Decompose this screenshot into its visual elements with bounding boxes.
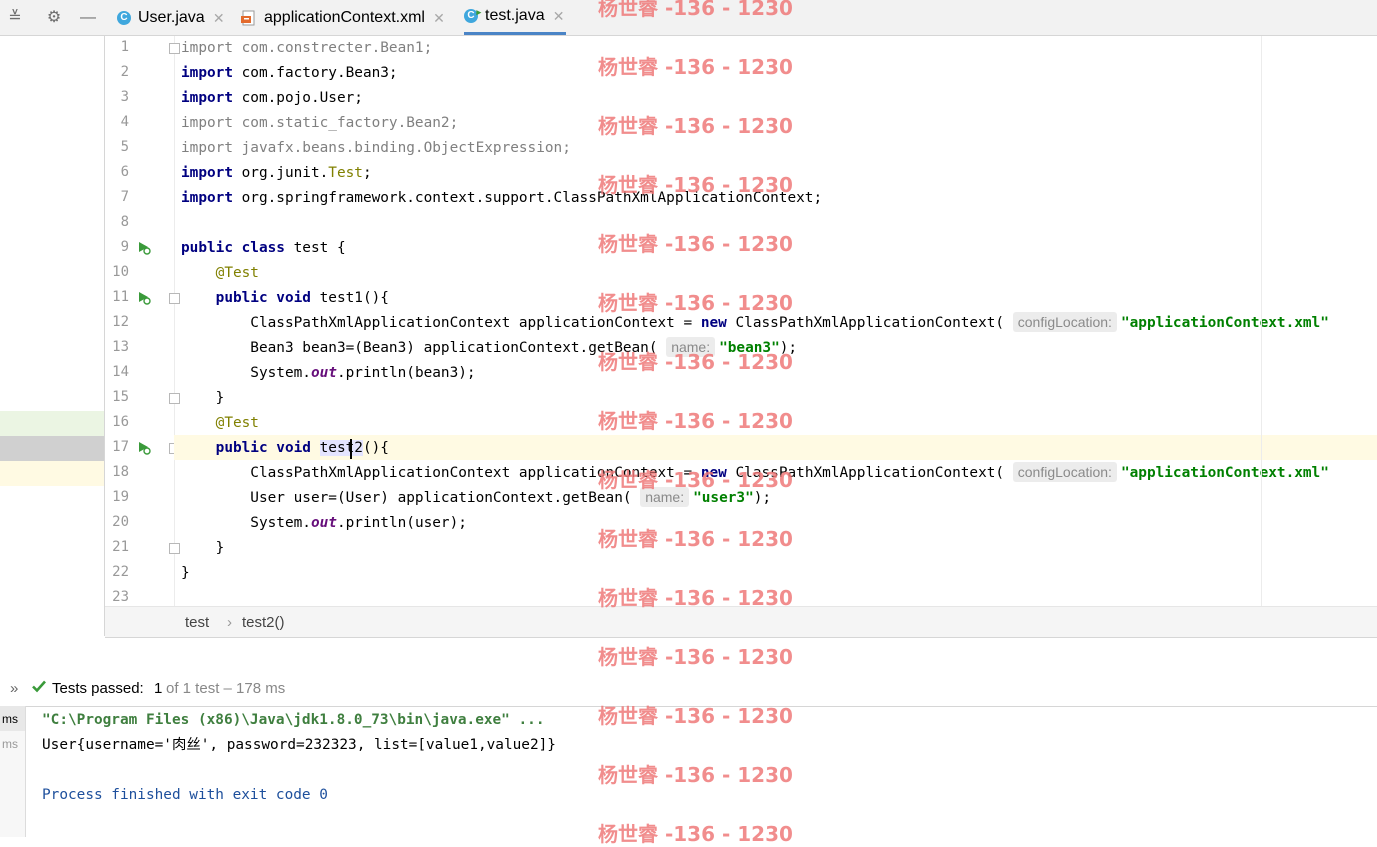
- gear-icon[interactable]: ⚙: [44, 8, 64, 28]
- line-number: 20: [112, 514, 129, 530]
- timing-label: ms: [2, 737, 18, 751]
- code-line[interactable]: Bean3 bean3=(Bean3) applicationContext.g…: [181, 336, 797, 361]
- selection-marker: [0, 436, 104, 461]
- close-icon[interactable]: ✕: [432, 11, 446, 25]
- right-margin-guide: [1261, 36, 1262, 606]
- line-number: 6: [120, 164, 129, 180]
- expand-icon[interactable]: »: [10, 680, 18, 697]
- line-number: 18: [112, 464, 129, 480]
- line-number: 3: [120, 89, 129, 105]
- code-line[interactable]: System.out.println(user);: [181, 511, 467, 536]
- code-line[interactable]: import org.junit.Test;: [181, 161, 372, 186]
- code-line[interactable]: }: [181, 386, 225, 411]
- code-editor[interactable]: import com.constrecter.Bean1; import com.…: [174, 36, 1377, 606]
- text-caret: [350, 439, 352, 459]
- code-line[interactable]: public class test {: [181, 236, 346, 261]
- check-icon: [31, 678, 47, 698]
- code-line[interactable]: }: [181, 561, 190, 586]
- current-line-marker: [0, 461, 104, 486]
- code-line[interactable]: }: [181, 536, 225, 561]
- code-line[interactable]: import com.pojo.User;: [181, 86, 363, 111]
- line-number: 12: [112, 314, 129, 330]
- breadcrumb-method[interactable]: test2(): [242, 614, 285, 631]
- run-test-icon[interactable]: [137, 441, 151, 455]
- tab-user-java[interactable]: C User.java ✕: [117, 0, 226, 35]
- tab-label: applicationContext.xml: [264, 8, 425, 26]
- line-number: 1: [120, 39, 129, 55]
- code-line[interactable]: System.out.println(bean3);: [181, 361, 475, 386]
- line-gutter: 1 2 3 4 5 6 7 8 9 10 11 12 13 14 15 16 17 18 19 20 21 22 23: [105, 36, 180, 606]
- line-number: 17: [112, 439, 129, 455]
- java-test-class-icon: C ▸: [464, 7, 481, 23]
- code-line[interactable]: import com.constrecter.Bean1;: [181, 36, 432, 61]
- code-line[interactable]: public void test2(){: [181, 436, 389, 461]
- console-command-line[interactable]: "C:\Program Files (x86)\Java\jdk1.8.0_73…: [42, 708, 545, 733]
- line-number: 5: [120, 139, 129, 155]
- run-test-icon[interactable]: [137, 241, 151, 255]
- watermark-text: 杨世睿 -136 - 1230: [598, 645, 793, 669]
- tests-passed-count: 1: [154, 680, 163, 697]
- code-line[interactable]: import com.static_factory.Bean2;: [181, 111, 458, 136]
- line-number: 10: [112, 264, 129, 280]
- line-number: 11: [112, 289, 129, 305]
- line-number: 19: [112, 489, 129, 505]
- code-line[interactable]: ClassPathXmlApplicationContext applicati…: [181, 461, 1329, 486]
- change-marker: [0, 411, 104, 436]
- console-output-line: User{username='肉丝', password=232323, lis…: [42, 737, 556, 753]
- line-number: 7: [120, 189, 129, 205]
- project-panel-strip: [0, 36, 105, 636]
- test-results-header: » Tests passed: 1 of 1 test – 178 ms: [0, 674, 1377, 706]
- tests-summary: of 1 test – 178 ms: [166, 680, 286, 697]
- console-exit-line: Process finished with exit code 0: [42, 787, 328, 803]
- line-number: 16: [112, 414, 129, 430]
- xml-file-icon: [241, 10, 257, 26]
- console-timing-column: ms ms: [0, 706, 26, 837]
- line-number: 14: [112, 364, 129, 380]
- minimize-icon[interactable]: —: [78, 8, 98, 28]
- code-line[interactable]: ClassPathXmlApplicationContext applicati…: [181, 311, 1329, 336]
- line-number: 2: [120, 64, 129, 80]
- tab-label: test.java: [485, 7, 545, 24]
- code-line[interactable]: public void test1(){: [181, 286, 389, 311]
- code-line[interactable]: @Test: [181, 411, 259, 436]
- console-output[interactable]: "C:\Program Files (x86)\Java\jdk1.8.0_73…: [26, 706, 1377, 838]
- tests-passed-label: Tests passed:: [52, 680, 144, 697]
- close-icon[interactable]: ✕: [552, 9, 566, 23]
- tab-test-java[interactable]: C ▸ test.java ✕: [464, 0, 566, 35]
- code-line[interactable]: import com.factory.Bean3;: [181, 61, 398, 86]
- line-number: 15: [112, 389, 129, 405]
- line-number: 4: [120, 114, 129, 130]
- line-number: 8: [120, 214, 129, 230]
- breadcrumb-separator: ›: [227, 614, 232, 631]
- collapse-icon[interactable]: ≚: [5, 8, 25, 28]
- line-number: 23: [112, 589, 129, 605]
- line-number: 22: [112, 564, 129, 580]
- line-number: 13: [112, 339, 129, 355]
- code-line[interactable]: User user=(User) applicationContext.getB…: [181, 486, 771, 511]
- code-line[interactable]: import javafx.beans.binding.ObjectExpres…: [181, 136, 571, 161]
- breadcrumb: test › test2(): [105, 606, 1377, 638]
- breadcrumb-class[interactable]: test: [185, 614, 209, 631]
- editor-tab-bar: ≚ ⚙ — C User.java ✕ applicationContext.x…: [0, 0, 1377, 36]
- tab-label: User.java: [138, 8, 205, 26]
- code-line[interactable]: @Test: [181, 261, 259, 286]
- line-number: 9: [120, 239, 129, 255]
- line-number: 21: [112, 539, 129, 555]
- run-test-icon[interactable]: [137, 291, 151, 305]
- code-line[interactable]: import org.springframework.context.suppo…: [181, 186, 822, 211]
- timing-label: ms: [2, 712, 18, 726]
- close-icon[interactable]: ✕: [212, 11, 226, 25]
- tab-application-context-xml[interactable]: applicationContext.xml ✕: [241, 0, 446, 35]
- java-class-icon: C: [117, 10, 131, 25]
